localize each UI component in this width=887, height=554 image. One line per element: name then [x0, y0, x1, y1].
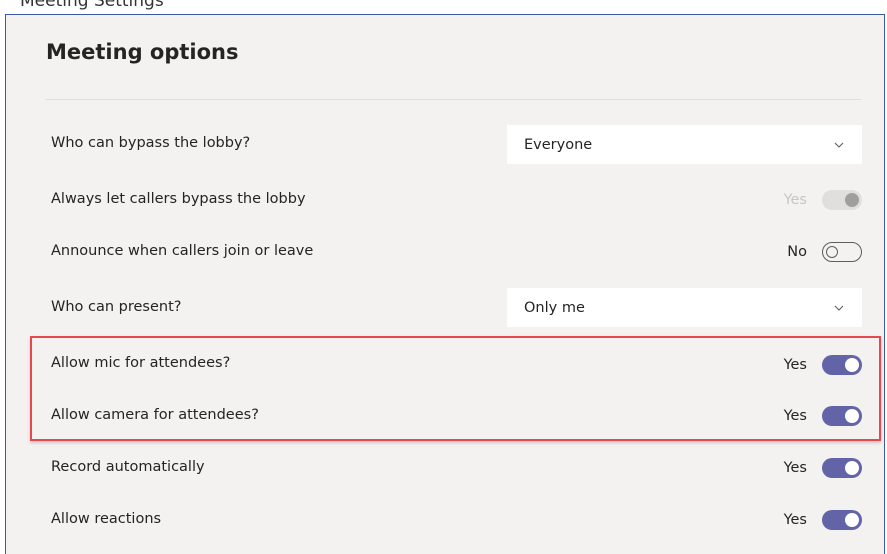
callers-bypass-lobby-toggle-group: Yes — [784, 190, 862, 210]
announce-callers-toggle[interactable] — [822, 242, 862, 262]
divider — [46, 99, 861, 100]
callers-bypass-lobby-label: Always let callers bypass the lobby — [51, 191, 306, 207]
chevron-down-icon — [834, 142, 844, 148]
callers-bypass-lobby-toggle — [822, 190, 862, 210]
allow-reactions-toggle-group: Yes — [784, 510, 862, 530]
callers-bypass-lobby-state: Yes — [783, 192, 807, 208]
chevron-down-icon — [834, 305, 844, 311]
allow-reactions-state: Yes — [783, 512, 807, 528]
toggle-knob — [845, 513, 859, 527]
announce-callers-toggle-group: No — [787, 242, 862, 262]
who-can-present-value: Only me — [524, 299, 585, 316]
highlight-box — [30, 336, 881, 441]
announce-callers-state: No — [787, 244, 807, 260]
record-automatically-state: Yes — [783, 460, 807, 476]
who-can-present-dropdown[interactable]: Only me — [507, 288, 862, 327]
toggle-knob — [845, 461, 859, 475]
page-title: Meeting options — [46, 40, 239, 64]
allow-reactions-toggle[interactable] — [822, 510, 862, 530]
allow-reactions-label: Allow reactions — [51, 511, 162, 527]
bypass-lobby-label: Who can bypass the lobby? — [51, 135, 251, 151]
top-caption: Meeting Settings — [20, 0, 164, 11]
record-automatically-label: Record automatically — [51, 459, 205, 475]
who-can-present-label: Who can present? — [51, 299, 182, 315]
bypass-lobby-dropdown[interactable]: Everyone — [507, 125, 862, 164]
announce-callers-label: Announce when callers join or leave — [51, 243, 314, 259]
toggle-knob — [826, 245, 838, 258]
toggle-knob — [845, 193, 859, 207]
record-automatically-toggle-group: Yes — [784, 458, 862, 478]
bypass-lobby-value: Everyone — [524, 136, 593, 153]
record-automatically-toggle[interactable] — [822, 458, 862, 478]
